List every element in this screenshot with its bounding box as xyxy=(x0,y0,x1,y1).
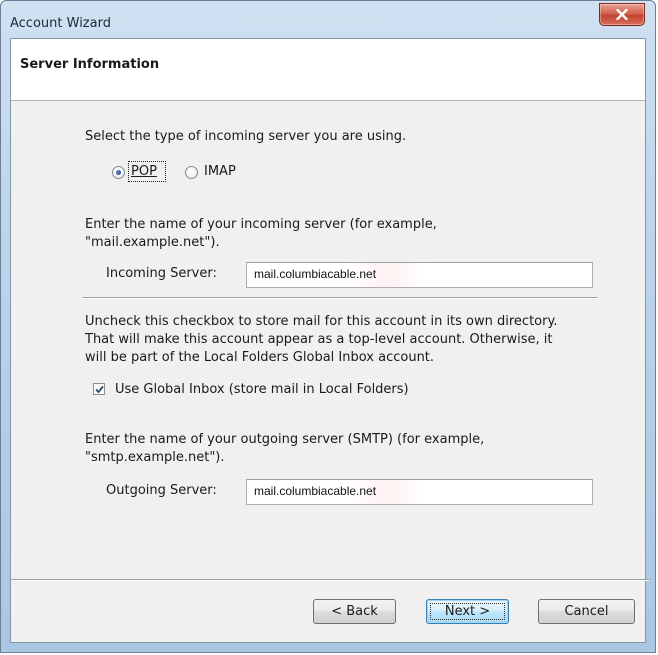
checkmark-icon xyxy=(95,385,104,394)
incoming-server-label: Incoming Server: xyxy=(106,266,217,281)
imap-radio-label[interactable]: IMAP xyxy=(204,163,236,180)
page-header: Server Information xyxy=(11,39,645,101)
outgoing-instructions-line2: "smtp.example.net"). xyxy=(85,450,225,465)
footer-divider xyxy=(11,579,649,581)
global-inbox-description-line2: That will make this account appear as a … xyxy=(85,332,553,347)
close-button[interactable] xyxy=(599,3,645,26)
next-focus-rect xyxy=(430,603,505,620)
imap-radio[interactable] xyxy=(185,166,198,179)
close-icon xyxy=(616,9,628,20)
pop-radio[interactable] xyxy=(112,166,125,179)
page-title: Server Information xyxy=(20,57,160,72)
incoming-instructions-line2: "mail.example.net"). xyxy=(85,235,220,250)
outgoing-server-input[interactable]: mail.columbiacable.net xyxy=(246,479,593,505)
window-title: Account Wizard xyxy=(10,16,111,31)
pop-focus-rect xyxy=(128,161,166,182)
back-button[interactable]: < Back xyxy=(313,599,396,624)
title-bar[interactable]: Account Wizard xyxy=(1,1,655,35)
global-inbox-description-line3: will be part of the Local Folders Global… xyxy=(85,350,435,365)
global-inbox-description-line1: Uncheck this checkbox to store mail for … xyxy=(85,314,558,329)
global-inbox-checkbox[interactable] xyxy=(93,383,105,395)
account-wizard-window: Account Wizard Server Information Select… xyxy=(0,0,656,653)
next-button[interactable]: Next > xyxy=(426,599,509,624)
server-type-prompt: Select the type of incoming server you a… xyxy=(85,129,407,144)
outgoing-instructions-line1: Enter the name of your outgoing server (… xyxy=(85,432,485,447)
section-divider xyxy=(82,297,598,299)
cancel-button[interactable]: Cancel xyxy=(538,599,635,624)
wizard-client-area: Server Information Select the type of in… xyxy=(10,38,649,643)
global-inbox-checkbox-label[interactable]: Use Global Inbox (store mail in Local Fo… xyxy=(115,381,409,398)
incoming-instructions-line1: Enter the name of your incoming server (… xyxy=(85,217,437,232)
outgoing-server-label: Outgoing Server: xyxy=(106,483,217,498)
incoming-server-input[interactable]: mail.columbiacable.net xyxy=(246,262,593,288)
